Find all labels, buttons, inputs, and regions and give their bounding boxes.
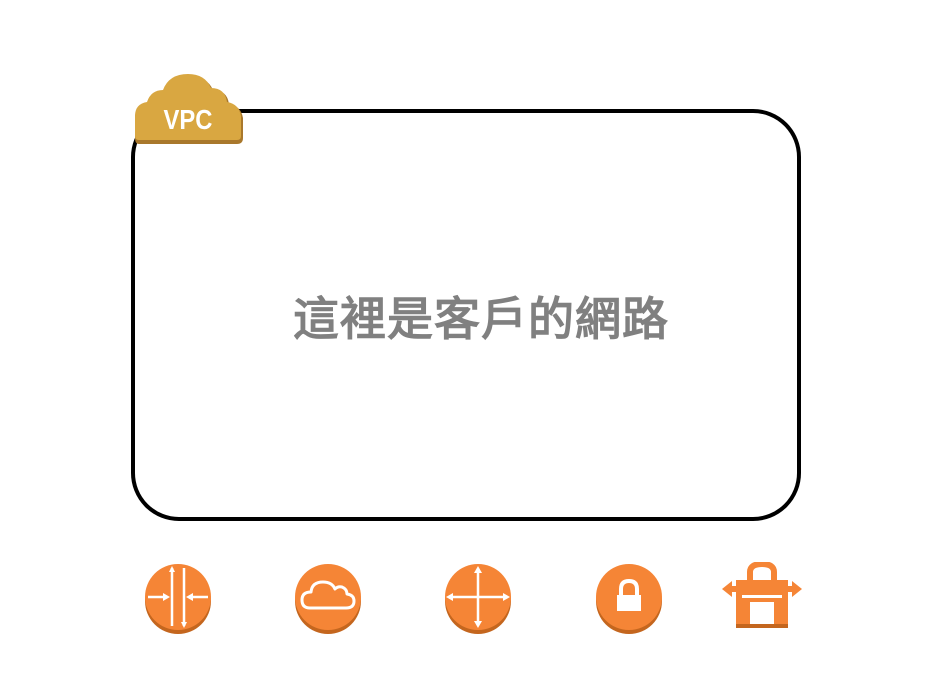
- lock-icon: [596, 564, 662, 634]
- vpc-badge-label: VPC: [163, 104, 213, 135]
- cloud-icon: [295, 564, 361, 634]
- gateway-icon: [722, 562, 802, 628]
- router-icon: [445, 564, 511, 634]
- vpc-description: 這裡是客戶的網路: [293, 292, 669, 346]
- router-icon: [145, 564, 211, 634]
